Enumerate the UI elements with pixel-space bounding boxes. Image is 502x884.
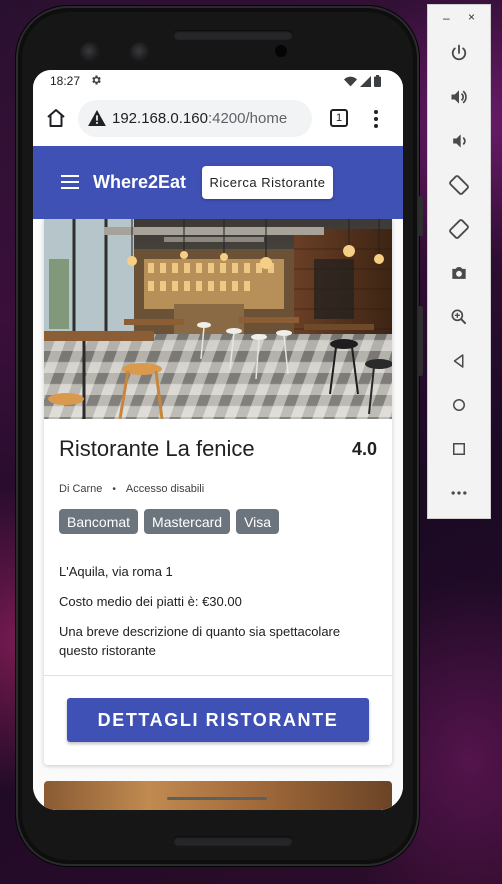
status-time: 18:27	[50, 74, 81, 88]
battery-icon	[374, 75, 381, 87]
side-volume-button	[419, 306, 423, 376]
gesture-navigation-bar[interactable]	[167, 797, 267, 800]
restaurant-card: Ristorante La fenice 4.0 Di Carne • Acce…	[44, 219, 392, 765]
side-power-button	[419, 196, 423, 236]
overview-icon[interactable]	[447, 437, 471, 461]
category-label: Di Carne	[59, 483, 103, 495]
restaurant-details-button[interactable]: DETTAGLI RISTORANTE	[67, 698, 369, 742]
power-icon[interactable]	[447, 41, 471, 65]
tab-switcher-button[interactable]: 1	[330, 109, 348, 127]
restaurant-address: L'Aquila, via roma 1	[59, 564, 173, 579]
back-icon[interactable]	[447, 349, 471, 373]
emulator-window-controls: – ×	[428, 5, 490, 31]
sensor-icon	[130, 42, 150, 62]
restaurant-average-cost: Costo medio dei piatti è: €30.00	[59, 594, 242, 609]
app-toolbar: Where2Eat Ricerca Ristorante	[33, 146, 403, 219]
home-icon[interactable]	[447, 393, 471, 417]
phone-screen: 18:27 192.168.0.160:4200/home 1 Where2Ea…	[33, 70, 403, 810]
signal-icon	[360, 75, 371, 87]
warning-icon	[88, 110, 106, 126]
emulator-controls-panel: – ×	[427, 4, 491, 519]
payment-chip-mastercard: Mastercard	[144, 509, 231, 534]
volume-down-icon[interactable]	[447, 129, 471, 153]
settings-gear-icon	[92, 75, 101, 85]
restaurant-name: Ristorante La fenice	[59, 436, 255, 461]
rotate-left-icon[interactable]	[447, 173, 471, 197]
payment-chips: Bancomat Mastercard Visa	[59, 509, 280, 534]
url-path: :4200/home	[207, 110, 288, 127]
card-divider	[44, 675, 392, 676]
app-title: Where2Eat	[93, 172, 187, 192]
address-bar[interactable]: 192.168.0.160:4200/home	[78, 100, 312, 137]
close-button[interactable]: ×	[468, 10, 475, 24]
main-content: Ristorante La fenice 4.0 Di Carne • Acce…	[33, 219, 403, 810]
search-restaurant-button[interactable]: Ricerca Ristorante	[202, 166, 333, 199]
more-icon[interactable]	[447, 481, 471, 505]
volume-up-icon[interactable]	[447, 85, 471, 109]
zoom-icon[interactable]	[447, 305, 471, 329]
bottom-speaker	[173, 836, 293, 846]
status-bar: 18:27	[33, 70, 403, 92]
browser-home-icon[interactable]	[44, 106, 68, 130]
restaurant-meta: Di Carne • Accesso disabili	[59, 483, 204, 495]
next-restaurant-card[interactable]	[44, 781, 392, 810]
restaurant-photo	[44, 219, 392, 419]
browser-toolbar: 192.168.0.160:4200/home 1	[33, 92, 403, 146]
url-host: 192.168.0.160	[112, 110, 208, 127]
meta-separator: •	[112, 483, 116, 495]
camera-icon[interactable]	[447, 261, 471, 285]
restaurant-description: Una breve descrizione di quanto sia spet…	[59, 624, 341, 658]
wifi-icon	[344, 76, 357, 86]
payment-chip-bancomat: Bancomat	[59, 509, 139, 534]
top-speaker	[173, 30, 293, 40]
minimize-button[interactable]: –	[443, 11, 450, 25]
browser-menu-icon[interactable]	[367, 107, 385, 131]
accessibility-label: Accesso disabili	[125, 483, 205, 495]
url-text: 192.168.0.160:4200/home	[112, 110, 287, 127]
proximity-sensor-icon	[275, 45, 287, 57]
hamburger-menu-icon[interactable]	[61, 175, 79, 189]
payment-chip-visa: Visa	[236, 509, 280, 534]
rotate-right-icon[interactable]	[447, 217, 471, 241]
restaurant-rating: 4.0	[351, 439, 377, 459]
front-camera-icon	[80, 42, 100, 62]
